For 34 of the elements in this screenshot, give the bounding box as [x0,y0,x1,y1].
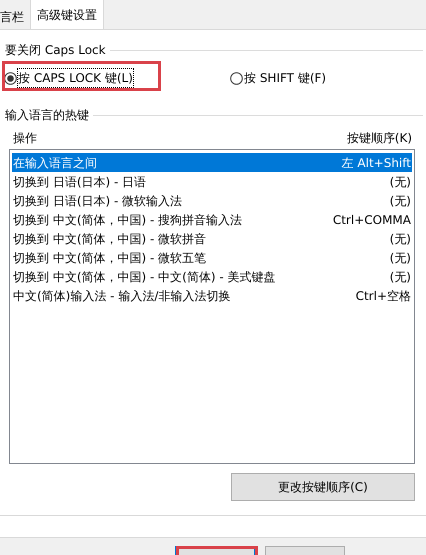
key-sequence-text: Ctrl+COMMA [332,212,411,228]
action-text: 在输入语言之间 [13,154,97,172]
key-sequence-text: 左 Alt+Shift [342,154,411,172]
change-key-sequence-button[interactable]: 更改按键顺序(C) [231,473,415,501]
radio-button[interactable] [4,72,17,84]
action-text: 切换到 中文(简体，中国) - 微软拼音 [13,230,206,248]
action-text: 切换到 日语(日本) - 日语 [13,174,146,190]
hotkey-row[interactable]: 切换到 日语(日本) - 日语 (无) [12,172,412,191]
tab[interactable]: 高级键设置 [30,0,104,29]
hotkey-row[interactable]: 中文(简体)输入法 - 输入法/非输入法切换 Ctrl+空格 [12,286,412,305]
key-sequence-text: (无) [390,250,411,266]
hotkey-row[interactable]: 切换到 中文(简体，中国) - 微软五笔 (无) [12,248,412,267]
hotkey-row[interactable]: 切换到 中文(简体，中国) - 微软拼音 (无) [12,229,412,248]
action-text: 切换到 日语(日本) - 微软输入法 [13,192,182,210]
action-text: 切换到 中文(简体，中国) - 中文(简体) - 美式键盘 [13,268,276,286]
action-text: 中文(简体)输入法 - 输入法/非输入法切换 [13,288,230,304]
key-sequence-text: Ctrl+空格 [356,288,411,304]
hotkey-row[interactable]: 切换到 中文(简体，中国) - 中文(简体) - 美式键盘 (无) [12,267,412,286]
key-sequence-text: (无) [390,192,411,210]
action-text: 切换到 中文(简体，中国) - 微软五笔 [13,250,206,266]
key-sequence-text: (无) [390,230,411,248]
key-sequence-text: (无) [390,174,411,190]
column-header: 操作 [13,130,37,147]
hotkey-row[interactable]: 在输入语言之间 左 Alt+Shift [12,153,412,172]
group-title: 输入语言的热键 [3,107,93,123]
hotkey-row[interactable]: 切换到 中文(简体，中国) - 搜狗拼音输入法 Ctrl+COMMA [12,210,412,229]
column-header: 按键顺序(K) [346,130,412,147]
action-text: 切换到 中文(简体，中国) - 搜狗拼音输入法 [13,212,242,228]
key-sequence-text: (无) [390,268,411,286]
hotkey-row[interactable]: 切换到 日语(日本) - 微软输入法 (无) [12,191,412,210]
radio-label: 按 SHIFT 键(F) [244,70,326,87]
radio-button[interactable] [230,72,243,84]
radio-label: 按 CAPS LOCK 键(L) [18,69,133,87]
group-title: 要关闭 Caps Lock [3,42,110,58]
